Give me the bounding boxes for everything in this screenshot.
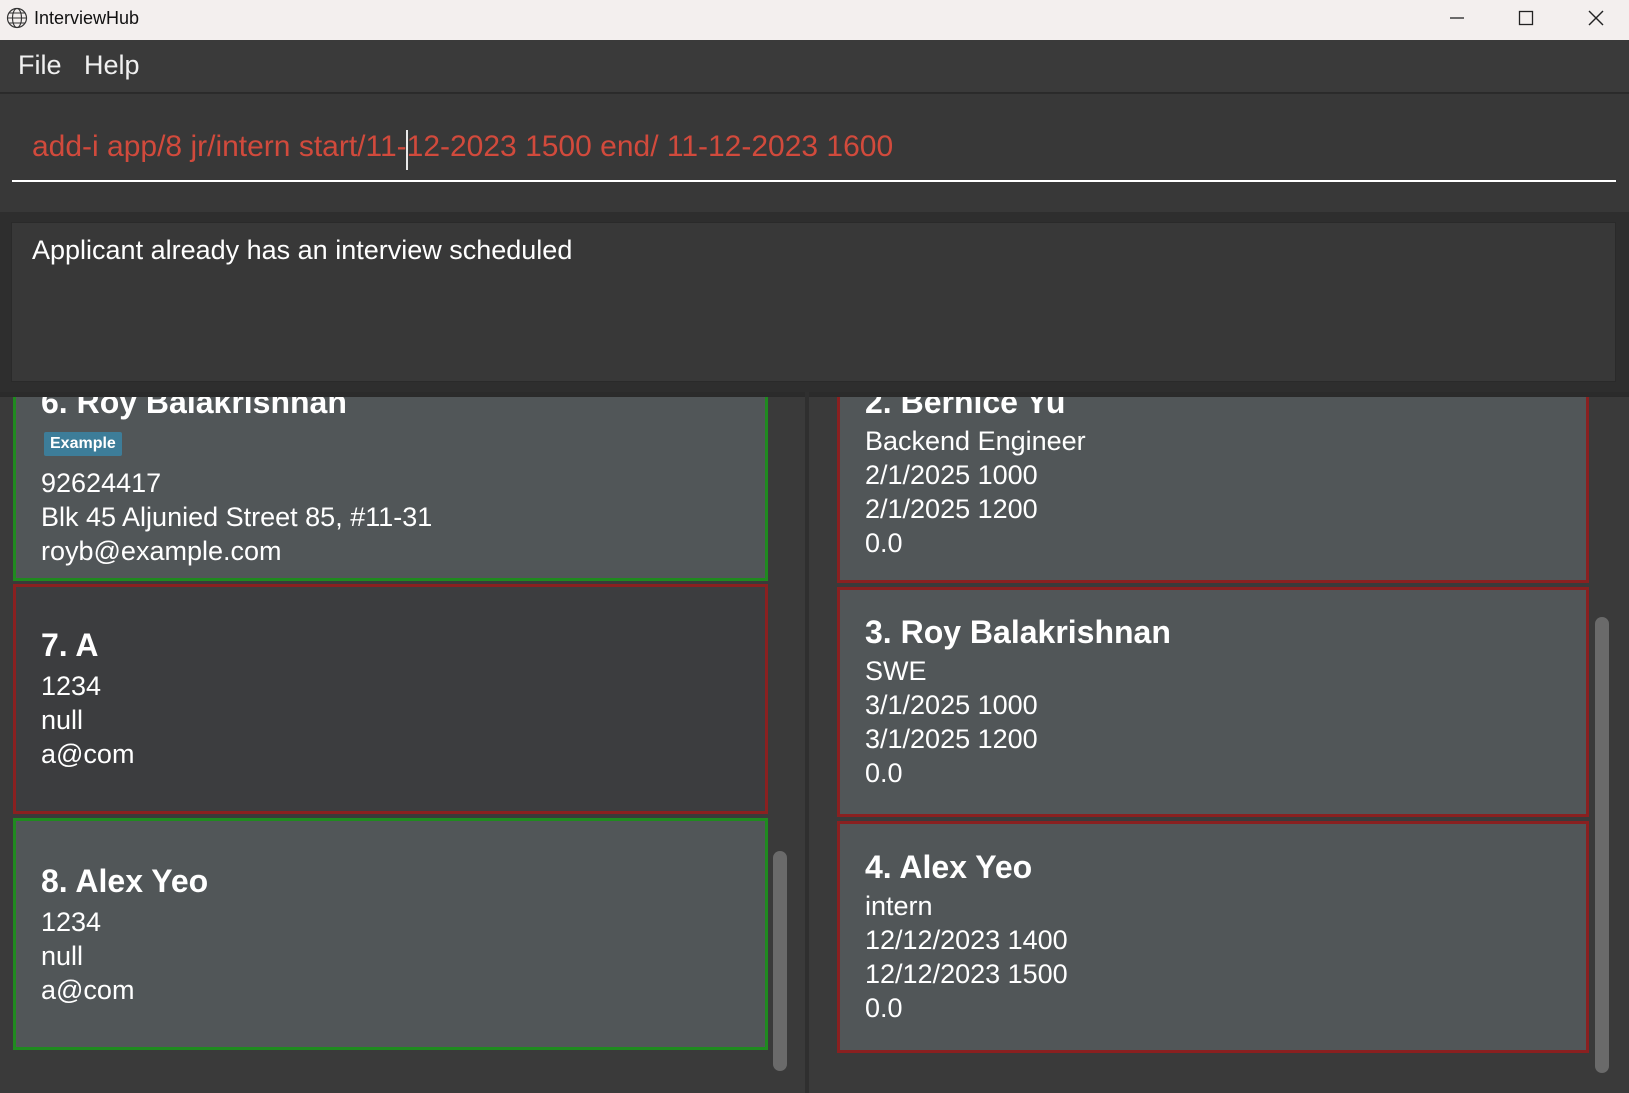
applicant-name: 7. A xyxy=(41,627,99,663)
interview-list[interactable]: 2. Bernice Yu Backend Engineer 2/1/2025 … xyxy=(809,396,1629,1093)
interview-end: 2/1/2025 1200 xyxy=(865,494,1038,524)
tag-badge: Example xyxy=(44,432,122,456)
applicant-email: royb@example.com xyxy=(41,536,282,566)
interview-end: 3/1/2025 1200 xyxy=(865,724,1038,754)
maximize-icon xyxy=(1518,10,1534,26)
interview-card[interactable]: 4. Alex Yeo intern 12/12/2023 1400 12/12… xyxy=(837,821,1589,1053)
applicant-email: a@com xyxy=(41,739,135,769)
applicant-address: null xyxy=(41,941,84,971)
menu-file[interactable]: File xyxy=(18,50,62,81)
interview-start: 2/1/2025 1000 xyxy=(865,460,1038,490)
interview-rating: 0.0 xyxy=(865,993,903,1023)
menu-help[interactable]: Help xyxy=(84,50,140,81)
applicant-card[interactable]: 6. Roy Balakrishnan Example 92624417 Blk… xyxy=(13,396,768,581)
interview-name: 2. Bernice Yu xyxy=(865,396,1066,420)
close-button[interactable] xyxy=(1561,0,1629,36)
applicant-card[interactable]: 7. A 1234 null a@com xyxy=(13,584,768,814)
interview-card[interactable]: 3. Roy Balakrishnan SWE 3/1/2025 1000 3/… xyxy=(837,587,1589,817)
close-icon xyxy=(1588,10,1604,26)
interview-name: 4. Alex Yeo xyxy=(865,849,1033,885)
command-area: add-i app/8 jr/intern start/11-12-2023 1… xyxy=(0,94,1629,212)
interview-role: Backend Engineer xyxy=(865,426,1086,456)
applicant-list[interactable]: 6. Roy Balakrishnan Example 92624417 Blk… xyxy=(0,396,805,1093)
applicant-name: 6. Roy Balakrishnan xyxy=(41,396,347,420)
window-title: InterviewHub xyxy=(34,8,140,28)
applicant-address: null xyxy=(41,705,84,735)
result-display[interactable]: Applicant already has an interview sched… xyxy=(11,222,1616,382)
title-bar: InterviewHub xyxy=(0,0,1629,40)
maximize-button[interactable] xyxy=(1491,0,1561,36)
applicant-email: a@com xyxy=(41,975,135,1005)
interview-list-scrollbar[interactable] xyxy=(1595,617,1609,1073)
applicant-card[interactable]: 8. Alex Yeo 1234 null a@com xyxy=(13,818,768,1050)
applicant-name: 8. Alex Yeo xyxy=(41,863,209,899)
menu-bar: File Help xyxy=(0,40,1629,93)
result-message: Applicant already has an interview sched… xyxy=(32,235,573,265)
minimize-icon xyxy=(1450,17,1464,19)
applicant-list-scrollbar[interactable] xyxy=(773,851,787,1071)
minimize-button[interactable] xyxy=(1422,0,1492,36)
command-input[interactable]: add-i app/8 jr/intern start/11-12-2023 1… xyxy=(12,120,1616,182)
interview-name: 3. Roy Balakrishnan xyxy=(865,614,1171,650)
interview-role: intern xyxy=(865,891,933,921)
applicant-phone: 1234 xyxy=(41,907,102,937)
applicant-phone: 92624417 xyxy=(41,468,162,498)
applicant-address: Blk 45 Aljunied Street 85, #11-31 xyxy=(41,502,433,532)
interview-start: 12/12/2023 1400 xyxy=(865,925,1068,955)
globe-icon xyxy=(6,7,28,29)
text-caret xyxy=(406,130,408,170)
interview-rating: 0.0 xyxy=(865,528,903,558)
result-area: Applicant already has an interview sched… xyxy=(0,212,1629,392)
interview-end: 12/12/2023 1500 xyxy=(865,959,1068,989)
interview-rating: 0.0 xyxy=(865,758,903,788)
applicant-phone: 1234 xyxy=(41,671,102,701)
interview-card[interactable]: 2. Bernice Yu Backend Engineer 2/1/2025 … xyxy=(837,396,1589,583)
command-text: add-i app/8 jr/intern start/11-12-2023 1… xyxy=(32,130,894,163)
interview-role: SWE xyxy=(865,656,927,686)
interview-start: 3/1/2025 1000 xyxy=(865,690,1038,720)
